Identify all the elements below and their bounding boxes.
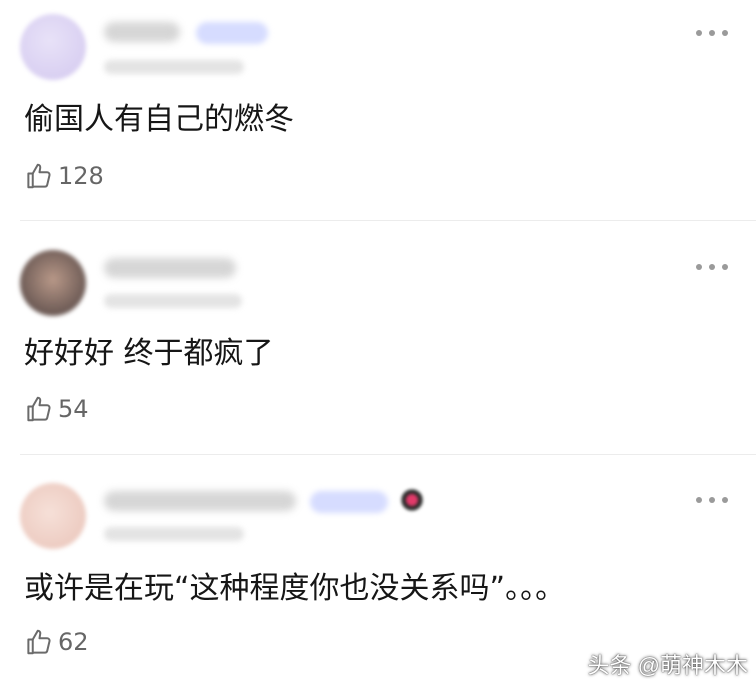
more-dot (696, 30, 702, 36)
more-options-button[interactable] (696, 262, 728, 272)
user-badge-blurred (196, 22, 268, 44)
comment-item: 偷国人有自己的燃冬 128 (0, 0, 756, 222)
watermark: 头条 @萌神木木 (587, 653, 748, 678)
comment-text: 或许是在玩“这种程度你也没关系吗”。。。 (24, 571, 566, 606)
username-blurred[interactable] (104, 258, 236, 278)
thumbs-up-icon (27, 396, 51, 422)
avatar[interactable] (20, 14, 86, 80)
more-dot (722, 497, 728, 503)
more-dot (709, 497, 715, 503)
avatar[interactable] (20, 483, 86, 549)
timestamp-blurred (104, 527, 244, 541)
like-count: 54 (58, 395, 89, 423)
like-button[interactable]: 128 (24, 159, 104, 193)
more-dot (722, 264, 728, 270)
timestamp-blurred (104, 294, 242, 308)
like-count: 128 (58, 162, 104, 190)
comment-text: 偷国人有自己的燃冬 (24, 102, 294, 137)
more-options-button[interactable] (696, 495, 728, 505)
user-badge-blurred (310, 491, 388, 513)
more-dot (709, 264, 715, 270)
more-dot (722, 30, 728, 36)
username-blurred[interactable] (104, 491, 296, 511)
like-button[interactable]: 54 (24, 392, 89, 426)
decoration-icon (400, 485, 430, 515)
more-options-button[interactable] (696, 28, 728, 38)
more-dot (696, 264, 702, 270)
username-blurred[interactable] (104, 22, 180, 42)
comment-text: 好好好 终于都疯了 (24, 336, 274, 371)
more-dot (696, 497, 702, 503)
thumbs-up-icon (27, 629, 51, 655)
avatar[interactable] (20, 250, 86, 316)
like-count: 62 (58, 628, 89, 656)
divider (20, 220, 756, 221)
more-dot (709, 30, 715, 36)
timestamp-blurred (104, 60, 244, 74)
thumbs-up-icon (27, 163, 51, 189)
like-button[interactable]: 62 (24, 625, 89, 659)
comment-item: 好好好 终于都疯了 54 (0, 222, 756, 455)
